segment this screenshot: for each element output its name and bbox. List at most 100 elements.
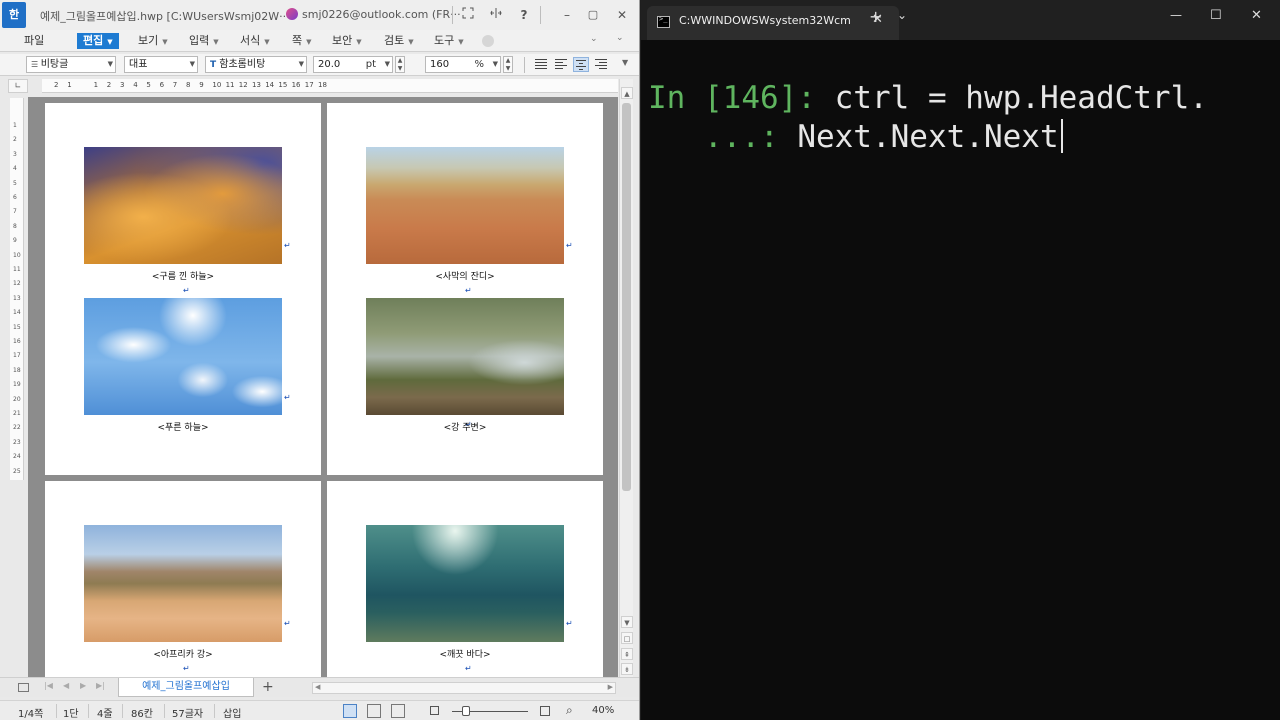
maximize-icon[interactable]: ☐ bbox=[1210, 8, 1222, 23]
menu-edit[interactable]: 편집 ▼ bbox=[77, 33, 119, 49]
page-icon[interactable]: □ bbox=[621, 632, 633, 644]
zoom-fit-icon[interactable] bbox=[430, 706, 439, 715]
ipython-prompt: In [146]: bbox=[648, 80, 816, 116]
scroll-up-icon[interactable]: ▲ bbox=[621, 87, 633, 99]
document-title: 예제_그림올프예삽입.hwp [C:WUsersWsmj02W··· bbox=[40, 10, 290, 23]
chevron-down-icon: ▼ bbox=[213, 38, 219, 46]
menu-page[interactable]: 쪽 ▼ bbox=[292, 33, 312, 49]
align-center-icon[interactable] bbox=[573, 57, 589, 72]
normal-view-icon[interactable] bbox=[343, 704, 357, 718]
ruler-number: 20 bbox=[13, 395, 21, 403]
blue-sky-image[interactable] bbox=[84, 298, 282, 415]
prev-tab-icon[interactable]: ◀ bbox=[63, 681, 69, 690]
menu-security-label: 보안 bbox=[332, 34, 353, 47]
horizontal-scrollbar[interactable]: ◀ ▶ bbox=[312, 682, 616, 694]
web-view-icon[interactable] bbox=[367, 704, 381, 718]
horizontal-ruler[interactable]: 2 1 1 2 3 4 5 6 7 8 9 10 11 12 13 14 15 16 17 18 bbox=[42, 79, 618, 93]
first-tab-icon[interactable]: |◀ bbox=[44, 681, 53, 690]
restore-icon[interactable]: ▢ bbox=[583, 6, 603, 24]
expand-icon[interactable] bbox=[458, 6, 478, 24]
zoom-page-icon[interactable] bbox=[540, 706, 550, 716]
status-page[interactable]: 1/4쪽 bbox=[18, 705, 43, 720]
ruler-number: 15 bbox=[278, 81, 288, 89]
style-icon: ☰ bbox=[31, 60, 41, 69]
document-area[interactable]: ↵ <구름 낀 하늘> ↵ ↵ <푸른 하늘> ↵ <사막의 잔디> ↵ ↵ <… bbox=[28, 97, 618, 677]
chevron-down-icon: ▼ bbox=[408, 38, 414, 46]
menu-format[interactable]: 서식 ▼ bbox=[240, 33, 270, 49]
chevron-down-icon[interactable]: ⌄ bbox=[590, 34, 598, 44]
minimize-icon[interactable]: – bbox=[557, 6, 577, 24]
next-page-icon[interactable]: ⇟ bbox=[621, 663, 633, 675]
zoom-input[interactable]: 160% ▼ bbox=[425, 56, 501, 73]
zoom-slider-knob[interactable] bbox=[462, 706, 470, 716]
status-insert-mode[interactable]: 삽입 bbox=[223, 705, 241, 720]
ruler-number: 16 bbox=[13, 338, 21, 345]
new-tab-button[interactable]: + bbox=[869, 7, 882, 26]
scroll-down-icon[interactable]: ▼ bbox=[621, 616, 633, 628]
zoom-unit: % bbox=[474, 59, 484, 70]
help-icon[interactable]: ? bbox=[514, 6, 534, 24]
terminal-console[interactable]: In [146]: ctrl = hwp.HeadCtrl. ...: Next… bbox=[641, 40, 1280, 720]
ruler-number: 17 bbox=[304, 81, 314, 89]
tab-document[interactable]: 예제_그림올프예삽입 bbox=[118, 678, 254, 697]
chevron-down-icon: ▼ bbox=[298, 60, 304, 68]
zoom-stepper[interactable]: ▲ ▼ bbox=[503, 56, 513, 73]
ruler-corner[interactable]: ∟ bbox=[8, 79, 28, 93]
page[interactable]: ↵ <사막의 잔디> ↵ ↵ <강 주변> bbox=[327, 103, 603, 475]
align-left-icon[interactable] bbox=[553, 57, 569, 72]
chevron-down-icon[interactable]: ⌄ bbox=[616, 33, 624, 43]
comment-icon[interactable] bbox=[18, 683, 29, 692]
account-label[interactable]: smj0226@outlook.com (FR··· bbox=[302, 8, 461, 21]
font-combo[interactable]: T 함초롬비탕 ▼ bbox=[205, 56, 307, 73]
cloudy-sky-image[interactable] bbox=[84, 147, 282, 264]
style-value: 비탕글 bbox=[40, 59, 69, 70]
formatting-toolbar: ☰ 비탕글 ▼ 대표 ▼ T 함초롬비탕 ▼ 20.0 pt ▼ ▲ ▼ 160% ▼ ▲ ▼ … bbox=[0, 54, 639, 76]
align-right-icon[interactable] bbox=[593, 57, 609, 72]
african-river-image[interactable] bbox=[84, 525, 282, 642]
scroll-right-icon[interactable]: ▶ bbox=[608, 683, 613, 691]
close-icon[interactable]: ✕ bbox=[1251, 8, 1262, 23]
vertical-ruler[interactable]: 1 2 3 4 5 6 7 8 9 10 11 12 13 14 15 16 17 18 19 20 21 22 23 24 2… bbox=[10, 98, 24, 480]
menu-view[interactable]: 보기 ▼ bbox=[138, 33, 168, 49]
scroll-left-icon[interactable]: ◀ bbox=[315, 683, 320, 691]
code-text: ctrl = hwp.HeadCtrl. bbox=[815, 80, 1208, 116]
menu-review[interactable]: 검토 ▼ bbox=[384, 33, 414, 49]
desert-grass-image[interactable] bbox=[366, 147, 564, 264]
ruler-number: 2 bbox=[106, 81, 112, 89]
chevron-down-icon[interactable]: ⌄ bbox=[897, 8, 907, 22]
status-line: 4줄 bbox=[97, 709, 113, 720]
clear-sea-image[interactable] bbox=[366, 525, 564, 642]
font-size-stepper[interactable]: ▲ ▼ bbox=[395, 56, 405, 73]
split-icon[interactable] bbox=[486, 6, 506, 24]
close-icon[interactable]: ✕ bbox=[612, 6, 632, 24]
hwp-app-icon[interactable]: 한 bbox=[2, 2, 26, 28]
menu-file[interactable]: 파일 bbox=[24, 33, 44, 49]
riverside-image[interactable] bbox=[366, 298, 564, 415]
minimize-icon[interactable]: — bbox=[1170, 8, 1182, 22]
page[interactable]: ↵ <아프리카 강> ↵ bbox=[45, 481, 321, 677]
scroll-thumb[interactable] bbox=[622, 103, 631, 491]
font-value: 함초롬비탕 bbox=[219, 59, 266, 70]
menu-tools[interactable]: 도구 ▼ bbox=[434, 33, 464, 49]
status-zoom[interactable]: 40% bbox=[592, 705, 614, 716]
ruler-number: 8 bbox=[13, 222, 17, 230]
language-combo[interactable]: 대표 ▼ bbox=[124, 56, 198, 73]
outline-view-icon[interactable] bbox=[391, 704, 405, 718]
font-size-input[interactable]: 20.0 pt ▼ bbox=[313, 56, 393, 73]
page[interactable]: ↵ <구름 낀 하늘> ↵ ↵ <푸른 하늘> bbox=[45, 103, 321, 475]
last-tab-icon[interactable]: ▶| bbox=[96, 681, 105, 690]
prev-page-icon[interactable]: ⇞ bbox=[621, 648, 633, 660]
zoom-search-icon[interactable]: ⌕ bbox=[566, 703, 573, 718]
menu-review-label: 검토 bbox=[384, 34, 405, 47]
menu-security[interactable]: 보안 ▼ bbox=[332, 33, 362, 49]
menu-insert[interactable]: 입력 ▼ bbox=[189, 33, 219, 49]
next-tab-icon[interactable]: ▶ bbox=[80, 681, 86, 690]
chevron-down-icon[interactable]: ▼ bbox=[622, 58, 628, 67]
justify-icon[interactable] bbox=[533, 57, 549, 72]
add-tab-button[interactable]: + bbox=[262, 679, 274, 695]
page[interactable]: ↵ <깨끗 바다> ↵ bbox=[327, 481, 603, 677]
extra-icon[interactable] bbox=[482, 35, 494, 47]
style-combo[interactable]: ☰ 비탕글 ▼ bbox=[26, 56, 116, 73]
vertical-scrollbar[interactable]: ▲ ▼ □ ⇞ ⇟ bbox=[619, 79, 633, 677]
terminal-tab[interactable]: C:WWINDOWSWsystem32Wcm ✕ bbox=[647, 6, 899, 40]
